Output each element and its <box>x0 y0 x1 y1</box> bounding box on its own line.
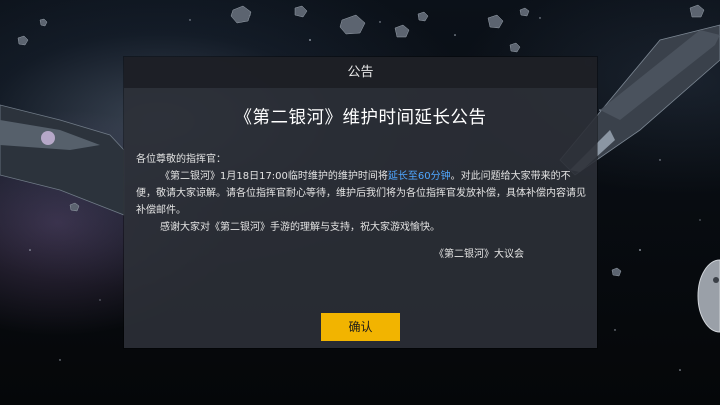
signature: 《第二银河》大议会 <box>434 249 524 260</box>
game-scene: 公告 《第二银河》维护时间延长公告 各位尊敬的指挥官： 《第二银河》1月18日1… <box>0 0 720 405</box>
greeting-text: 各位尊敬的指挥官： <box>136 154 226 165</box>
announcement-paragraph-2: 感谢大家对《第二银河》手游的理解与支持，祝大家游戏愉快。 <box>160 222 440 233</box>
starship-left <box>0 104 125 216</box>
paragraph-1-text-start: 《第二银河》1月18日17:00临时维护的维护时间将 <box>160 171 388 182</box>
extension-highlight: 延长至60分钟 <box>387 171 451 182</box>
announcement-title: 《第二银河》维护时间延长公告 <box>234 108 487 128</box>
announcement-paragraph-1: 《第二银河》1月18日17:00临时维护的维护时间将延长至60分钟。对此问题给大… <box>136 168 588 219</box>
planet-edge <box>697 259 720 333</box>
announcement-body: 各位尊敬的指挥官： 《第二银河》1月18日17:00临时维护的维护时间将延长至6… <box>136 151 588 236</box>
confirm-button[interactable]: 确认 <box>321 313 400 341</box>
dialog-header: 公告 <box>124 57 597 88</box>
announcement-dialog: 公告 《第二银河》维护时间延长公告 各位尊敬的指挥官： 《第二银河》1月18日1… <box>124 57 597 348</box>
